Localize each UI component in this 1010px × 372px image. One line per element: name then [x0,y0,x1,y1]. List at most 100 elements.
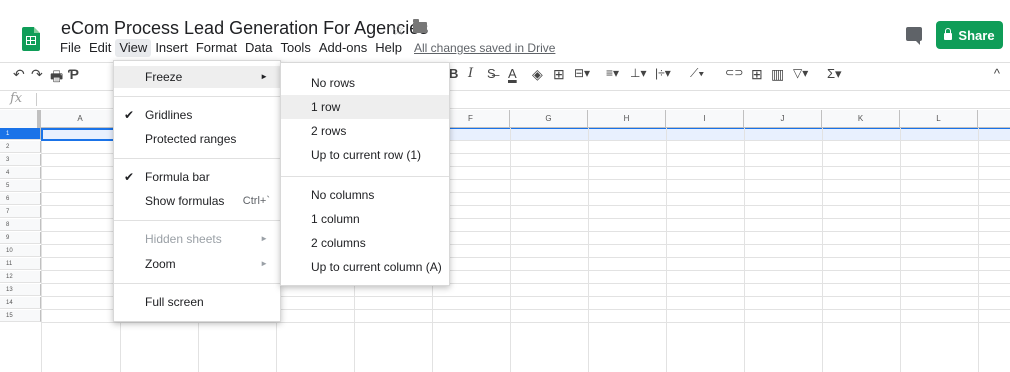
menu-divider [114,220,280,221]
insert-chart-icon[interactable]: ▥ [771,66,784,83]
vertical-align-icon[interactable]: ⊥▾ [630,66,646,80]
row-header[interactable]: 6 [0,193,41,205]
column-gridline [588,128,589,372]
hidden-sheets-label: Hidden sheets [145,232,222,246]
share-button[interactable]: Share [936,21,1003,49]
column-header[interactable]: J [744,110,822,128]
freeze-two-columns-item[interactable]: 2 columns [281,231,449,255]
star-icon[interactable]: ☆ [391,20,405,40]
strikethrough-icon[interactable]: S̶ [487,66,496,81]
row-header[interactable]: 2 [0,141,41,153]
freeze-one-row-item[interactable]: 1 row [281,95,449,119]
show-formulas-label: Show formulas [145,194,225,208]
folder-icon[interactable] [413,19,427,33]
menu-insert[interactable]: Insert [151,39,192,57]
text-wrap-icon[interactable]: |÷▾ [655,66,671,80]
fx-icon: fx [10,91,23,106]
shortcut-label: Ctrl+` [242,195,270,207]
menu-tools[interactable]: Tools [276,39,314,57]
collapse-toolbar-icon[interactable]: ^ [994,66,1000,81]
column-header[interactable]: I [666,110,744,128]
row-header[interactable]: 11 [0,258,41,270]
view-freeze-item[interactable]: Freeze ► [114,66,280,88]
menu-divider [281,176,449,177]
freeze-two-rows-item[interactable]: 2 rows [281,119,449,143]
row-header[interactable]: 1 [0,128,41,140]
row-header[interactable]: 3 [0,154,41,166]
row-header[interactable]: 10 [0,245,41,257]
undo-icon[interactable]: ↶ [13,66,25,83]
view-full-screen-item[interactable]: Full screen [114,291,280,313]
view-protected-ranges-item[interactable]: Protected ranges [114,128,280,150]
view-zoom-item[interactable]: Zoom ► [114,253,280,275]
filter-icon[interactable]: ▽▾ [793,66,808,80]
view-show-formulas-item[interactable]: Show formulas Ctrl+` [114,190,280,212]
column-gridline [822,128,823,372]
menu-data[interactable]: Data [241,39,276,57]
freeze-no-columns-item[interactable]: No columns [281,183,449,207]
comment-history-icon[interactable] [906,27,922,45]
fill-color-icon[interactable]: ◈ [532,66,543,83]
saved-status-link[interactable]: All changes saved in Drive [414,39,555,57]
text-rotation-icon[interactable]: ⟋▾ [690,66,704,81]
row-header[interactable]: 9 [0,232,41,244]
protected-ranges-label: Protected ranges [145,132,237,146]
view-gridlines-item[interactable]: ✔ Gridlines [114,104,280,126]
row-header[interactable]: 15 [0,310,41,322]
freeze-label: Freeze [145,70,183,84]
column-header[interactable]: H [588,110,666,128]
full-screen-label: Full screen [145,295,204,309]
row-header[interactable]: 5 [0,180,41,192]
freeze-up-to-column-item[interactable]: Up to current column (A) [281,255,449,279]
view-menu-dropdown: Freeze ► ✔ Gridlines Protected ranges ✔ … [113,60,281,322]
merge-cells-icon[interactable]: ⊟▾ [574,66,590,80]
print-icon[interactable]: 🖶 [50,66,63,90]
insert-comment-icon[interactable]: ⊞ [751,66,763,83]
italic-icon[interactable]: I [468,66,473,81]
row-header[interactable]: 4 [0,167,41,179]
column-header[interactable]: G [510,110,588,128]
view-formula-bar-item[interactable]: ✔ Formula bar [114,166,280,188]
freeze-submenu: No rows 1 row 2 rows Up to current row (… [280,62,450,286]
column-header[interactable]: K [822,110,900,128]
menu-file[interactable]: File [56,39,85,57]
row-header[interactable]: 8 [0,219,41,231]
redo-icon[interactable]: ↷ [31,66,43,83]
freeze-up-to-row-item[interactable]: Up to current row (1) [281,143,449,167]
menu-view[interactable]: View [115,39,152,57]
submenu-arrow-icon: ► [260,234,268,243]
column-header[interactable]: L [900,110,978,128]
menu-format[interactable]: Format [192,39,241,57]
horizontal-align-icon[interactable]: ≡▾ [606,66,619,80]
column-gridline [510,128,511,372]
menu-edit[interactable]: Edit [85,39,115,57]
formula-bar-label: Formula bar [145,170,210,184]
document-title[interactable]: eCom Process Lead Generation For Agencie… [61,18,428,39]
menu-addons[interactable]: Add-ons [315,39,371,57]
submenu-arrow-icon: ► [260,259,268,268]
column-header[interactable]: A [41,110,120,128]
row-header[interactable]: 14 [0,297,41,309]
freeze-no-rows-item[interactable]: No rows [281,71,449,95]
menu-divider [114,283,280,284]
column-gridline [978,128,979,372]
row-header[interactable]: 7 [0,206,41,218]
check-icon: ✔ [124,108,135,122]
row-header[interactable]: 12 [0,271,41,283]
row-header[interactable]: 13 [0,284,41,296]
text-color-icon[interactable]: A [508,66,517,81]
borders-icon[interactable]: ⊞ [553,66,565,83]
bold-icon[interactable]: B [449,66,458,81]
paint-format-icon[interactable]: Ƥ [68,66,79,82]
row-gridline [41,322,1010,323]
active-cell-a1[interactable] [41,128,120,141]
insert-link-icon[interactable]: ⊂⊃ [725,66,743,79]
menu-help[interactable]: Help [371,39,406,57]
functions-icon[interactable]: Σ▾ [827,66,842,82]
select-all-corner[interactable] [0,110,41,128]
gridlines-label: Gridlines [145,108,193,122]
sheets-logo-icon[interactable] [22,27,40,51]
view-hidden-sheets-item: Hidden sheets ► [114,228,280,250]
freeze-one-column-item[interactable]: 1 column [281,207,449,231]
column-gridline [41,128,42,372]
